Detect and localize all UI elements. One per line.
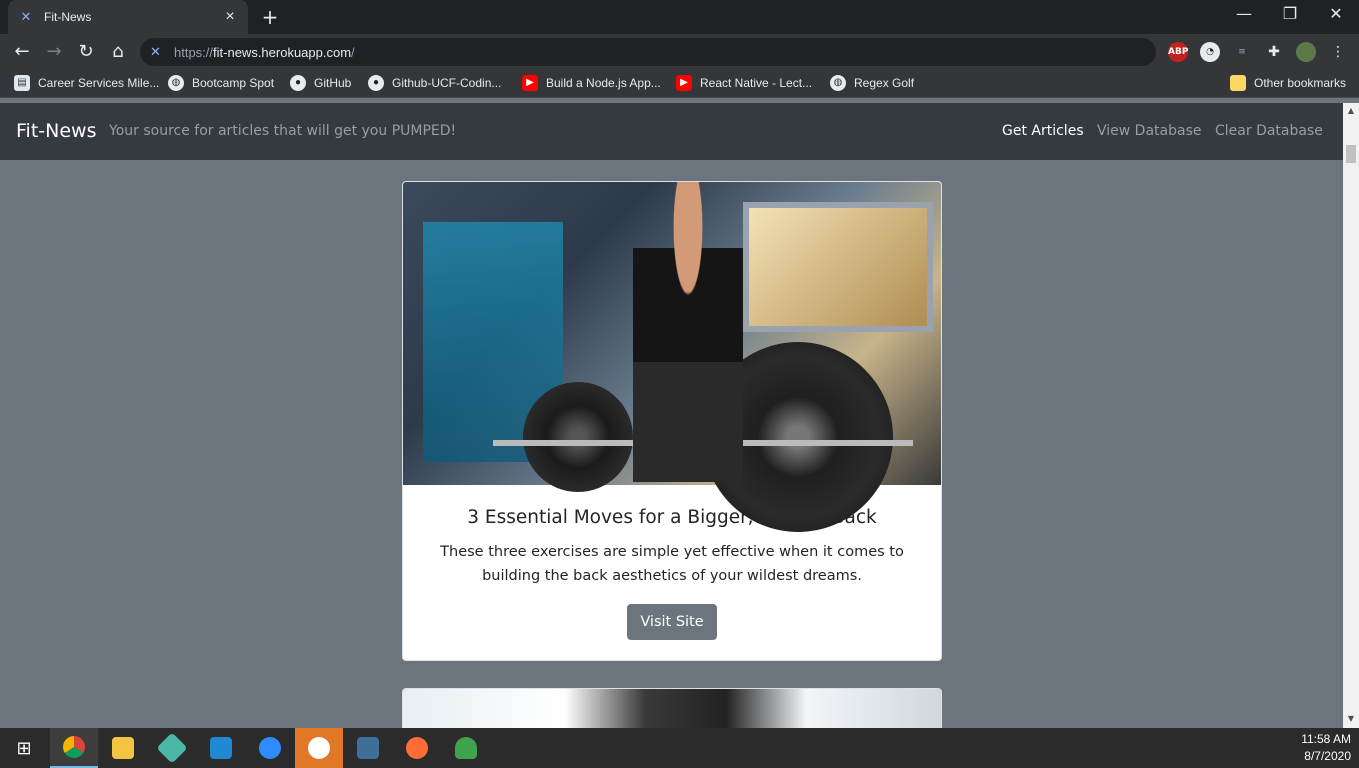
taskbar-robo3t[interactable]: [442, 728, 490, 768]
bookmark-react-native[interactable]: ▶ React Native - Lect...: [676, 75, 812, 91]
windows-icon: ⊞: [16, 737, 32, 759]
youtube-icon: ▶: [676, 75, 692, 91]
bookmark-github-ucf[interactable]: ● Github-UCF-Codin...: [368, 75, 501, 91]
clock-time: 11:58 AM: [1301, 732, 1351, 746]
git-icon: [156, 732, 188, 764]
bookmark-career-services[interactable]: ▤ Career Services Mile...: [14, 75, 159, 91]
slack-icon: [308, 737, 330, 759]
browser-tab[interactable]: ✕ Fit-News ×: [8, 0, 248, 34]
scroll-down-icon[interactable]: ▼: [1346, 714, 1356, 724]
rocket-icon: [455, 737, 477, 759]
windows-taskbar: ⊞ 11:58 AM 8/7/2020: [0, 728, 1359, 768]
globe-icon: ◍: [830, 75, 846, 91]
folder-icon: [112, 737, 134, 759]
taskbar-chrome[interactable]: [50, 728, 98, 768]
page-scrollbar[interactable]: ▲ ▼: [1343, 103, 1359, 728]
nav-view-database[interactable]: View Database: [1097, 123, 1201, 139]
site-navbar: Fit-News Your source for articles that w…: [0, 103, 1343, 160]
taskbar-postman[interactable]: [393, 728, 441, 768]
browser-toolbar: ← → ↻ ⌂ ✕ https://fit-news.herokuapp.com…: [0, 34, 1359, 70]
profile-avatar[interactable]: [1296, 42, 1316, 62]
url-text: https://fit-news.herokuapp.com/: [174, 44, 355, 60]
vscode-icon: [210, 737, 232, 759]
youtube-icon: ▶: [522, 75, 538, 91]
page-viewport: Fit-News Your source for articles that w…: [0, 103, 1343, 728]
tab-title: Fit-News: [44, 10, 92, 24]
mysql-icon: [357, 737, 379, 759]
scroll-up-icon[interactable]: ▲: [1346, 106, 1356, 116]
article-summary: These three exercises are simple yet eff…: [440, 544, 904, 584]
chrome-icon: [63, 736, 85, 758]
bookmark-bootcamp-spot[interactable]: ◍ Bootcamp Spot: [168, 75, 274, 91]
close-window-button[interactable]: ✕: [1313, 0, 1359, 30]
site-favicon-icon: ✕: [20, 9, 32, 24]
close-tab-icon[interactable]: ×: [222, 9, 238, 25]
globe-icon: ◍: [168, 75, 184, 91]
nav-clear-database[interactable]: Clear Database: [1215, 123, 1323, 139]
reload-button[interactable]: ↻: [74, 40, 98, 64]
zoom-icon: [259, 737, 281, 759]
taskbar-mysql-workbench[interactable]: [344, 728, 392, 768]
github-icon: ●: [290, 75, 306, 91]
bookmark-regex-golf[interactable]: ◍ Regex Golf: [830, 75, 914, 91]
article-card: 3 Essential Moves for a Bigger, Badder B…: [402, 181, 942, 661]
bookmarks-bar: ▤ Career Services Mile... ◍ Bootcamp Spot …: [0, 70, 1359, 98]
home-button[interactable]: ⌂: [106, 40, 130, 64]
adblock-extension-icon[interactable]: ABP: [1168, 42, 1188, 62]
site-favicon-icon: ✕: [150, 44, 161, 60]
github-icon: ●: [368, 75, 384, 91]
extension-icon[interactable]: ◔: [1200, 42, 1220, 62]
nav-get-articles[interactable]: Get Articles: [1002, 123, 1084, 139]
bookmark-github[interactable]: ● GitHub: [290, 75, 351, 91]
minimize-button[interactable]: —: [1221, 0, 1267, 30]
article-card: [402, 688, 942, 728]
visit-site-button[interactable]: Visit Site: [627, 604, 717, 640]
extension-icon[interactable]: ≡: [1232, 42, 1252, 62]
taskbar-clock[interactable]: 11:58 AM 8/7/2020: [1301, 731, 1351, 765]
other-bookmarks[interactable]: Other bookmarks: [1230, 75, 1346, 91]
site-tagline: Your source for articles that will get y…: [109, 123, 457, 139]
new-tab-button[interactable]: +: [258, 6, 282, 28]
address-bar[interactable]: ✕ https://fit-news.herokuapp.com/: [140, 38, 1156, 66]
clock-date: 8/7/2020: [1304, 749, 1351, 763]
taskbar-gitkraken[interactable]: [148, 728, 196, 768]
extensions-puzzle-icon[interactable]: ✚: [1264, 42, 1284, 62]
site-brand[interactable]: Fit-News: [16, 120, 96, 142]
taskbar-file-explorer[interactable]: [99, 728, 147, 768]
bookmark-build-node-app[interactable]: ▶ Build a Node.js App...: [522, 75, 661, 91]
back-button[interactable]: ←: [10, 40, 34, 64]
restore-button[interactable]: ❐: [1267, 0, 1313, 30]
scroll-thumb[interactable]: [1346, 145, 1356, 163]
article-image: [403, 689, 941, 728]
taskbar-zoom[interactable]: [246, 728, 294, 768]
start-button[interactable]: ⊞: [0, 728, 48, 768]
postman-icon: [406, 737, 428, 759]
article-image: [403, 182, 941, 532]
browser-tab-strip: ✕ Fit-News × + — ❐ ✕: [0, 0, 1359, 34]
taskbar-slack[interactable]: [295, 728, 343, 768]
forward-button[interactable]: →: [42, 40, 66, 64]
taskbar-vscode[interactable]: [197, 728, 245, 768]
menu-kebab-icon[interactable]: ⋮: [1328, 42, 1348, 62]
career-icon: ▤: [14, 75, 30, 91]
folder-icon: [1230, 75, 1246, 91]
